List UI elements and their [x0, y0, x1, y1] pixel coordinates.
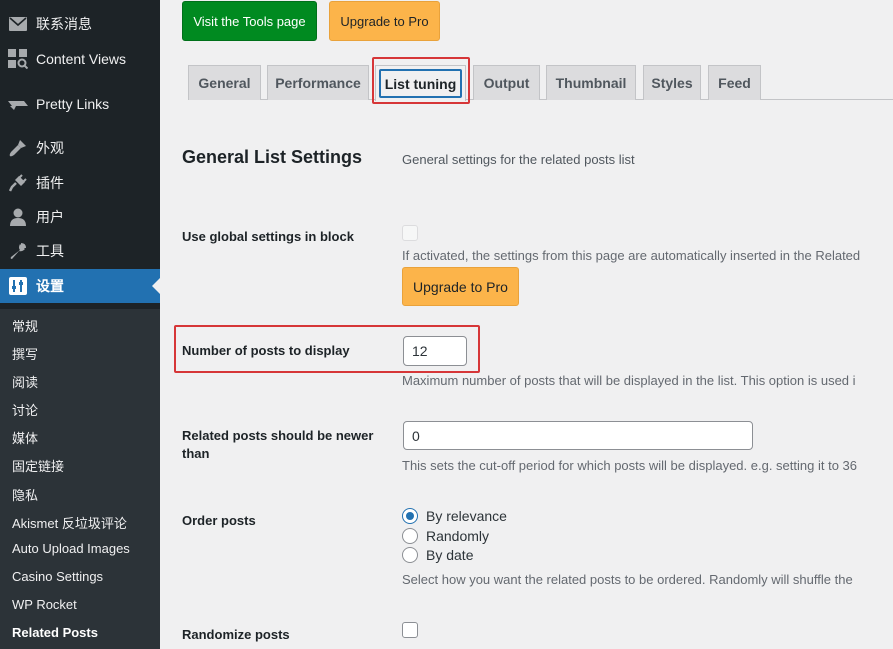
wrench-icon — [8, 241, 28, 261]
tab-styles[interactable]: Styles — [643, 65, 701, 100]
newer-than-label-line1: Related posts should be newer — [182, 428, 374, 443]
num-posts-input[interactable] — [403, 336, 467, 366]
mail-icon — [8, 14, 28, 34]
upgrade-pro-button[interactable]: Upgrade to Pro — [329, 1, 440, 41]
submenu-item-casino-settings[interactable]: Casino Settings — [12, 569, 103, 584]
randomize-checkbox[interactable] — [402, 622, 418, 638]
use-global-checkbox[interactable] — [402, 225, 418, 241]
tab-thumbnail[interactable]: Thumbnail — [546, 65, 636, 100]
tab-performance[interactable]: Performance — [267, 65, 369, 100]
order-option-date[interactable]: By date — [402, 546, 473, 564]
radio-button[interactable] — [402, 547, 418, 563]
menu-item-plugins[interactable]: 插件 — [0, 166, 160, 200]
menu-item-label: 外观 — [36, 140, 64, 156]
menu-item-appearance[interactable]: 外观 — [0, 131, 160, 165]
num-posts-description: Maximum number of posts that will be dis… — [402, 373, 856, 388]
menu-item-label: Pretty Links — [36, 96, 110, 112]
main-content: Visit the Tools page Upgrade to Pro Gene… — [160, 0, 893, 649]
submenu-item-akismet[interactable]: Akismet 反垃圾评论 — [12, 513, 127, 532]
menu-item-label: 插件 — [36, 175, 64, 191]
radio-button[interactable] — [402, 528, 418, 544]
tab-general[interactable]: General — [188, 65, 261, 100]
order-posts-label: Order posts — [182, 513, 256, 528]
plugin-icon — [8, 173, 28, 193]
tab-focus-outline — [379, 69, 462, 98]
menu-item-label: 工具 — [36, 243, 64, 259]
menu-item-label: 联系消息 — [36, 16, 92, 32]
submenu-item-permalinks[interactable]: 固定链接 — [12, 456, 64, 475]
use-global-description: If activated, the settings from this pag… — [402, 248, 861, 263]
submenu-item-privacy[interactable]: 隐私 — [12, 485, 38, 504]
brush-icon — [8, 138, 28, 158]
menu-item-contact-messages[interactable]: 联系消息 — [0, 7, 160, 41]
radio-label: By relevance — [426, 508, 507, 524]
submenu-item-media[interactable]: 媒体 — [12, 428, 38, 447]
radio-button[interactable] — [402, 508, 418, 524]
use-global-label: Use global settings in block — [182, 229, 354, 244]
user-icon — [8, 207, 28, 227]
menu-item-pretty-links[interactable]: Pretty Links — [0, 87, 160, 121]
num-posts-label: Number of posts to display — [182, 343, 350, 358]
tab-output[interactable]: Output — [473, 65, 540, 100]
settings-submenu: 常规 撰写 阅读 讨论 媒体 固定链接 隐私 Akismet 反垃圾评论 Aut… — [0, 309, 160, 649]
menu-item-users[interactable]: 用户 — [0, 200, 160, 234]
menu-item-label: 设置 — [36, 278, 64, 294]
section-description: General settings for the related posts l… — [402, 152, 635, 167]
tab-list-tuning[interactable]: List tuning — [375, 65, 466, 101]
admin-sidebar: 联系消息 Content Views Pretty Links 外观 插件 用户 — [0, 0, 160, 649]
submenu-item-reading[interactable]: 阅读 — [12, 372, 38, 391]
newer-than-label-line2: than — [182, 446, 210, 461]
submenu-item-discussion[interactable]: 讨论 — [12, 400, 38, 419]
menu-item-label: 用户 — [36, 209, 64, 225]
newer-than-input[interactable] — [403, 421, 753, 450]
randomize-label: Randomize posts — [182, 627, 290, 642]
submenu-item-related-posts[interactable]: Related Posts — [12, 625, 98, 640]
link-icon — [8, 94, 28, 114]
radio-label: Randomly — [426, 528, 490, 544]
submenu-item-general[interactable]: 常规 — [12, 316, 38, 335]
newer-than-description: This sets the cut-off period for which p… — [402, 458, 857, 473]
menu-item-label: Content Views — [36, 51, 127, 67]
settings-icon — [8, 276, 28, 296]
menu-item-tools[interactable]: 工具 — [0, 234, 160, 268]
tab-feed[interactable]: Feed — [708, 65, 761, 100]
order-posts-description: Select how you want the related posts to… — [402, 572, 853, 587]
section-title: General List Settings — [182, 147, 363, 167]
order-option-relevance[interactable]: By relevance — [402, 507, 507, 525]
grid-icon — [8, 49, 28, 69]
submenu-item-auto-upload-images[interactable]: Auto Upload Images — [12, 541, 130, 556]
menu-item-content-views[interactable]: Content Views — [0, 42, 160, 76]
submenu-item-wp-rocket[interactable]: WP Rocket — [12, 597, 77, 612]
upgrade-pro-inline-button[interactable]: Upgrade to Pro — [402, 267, 519, 306]
visit-tools-button[interactable]: Visit the Tools page — [182, 1, 317, 41]
submenu-item-writing[interactable]: 撰写 — [12, 344, 38, 363]
order-option-randomly[interactable]: Randomly — [402, 527, 489, 545]
menu-item-settings[interactable]: 设置 — [0, 269, 160, 303]
radio-label: By date — [426, 547, 474, 563]
